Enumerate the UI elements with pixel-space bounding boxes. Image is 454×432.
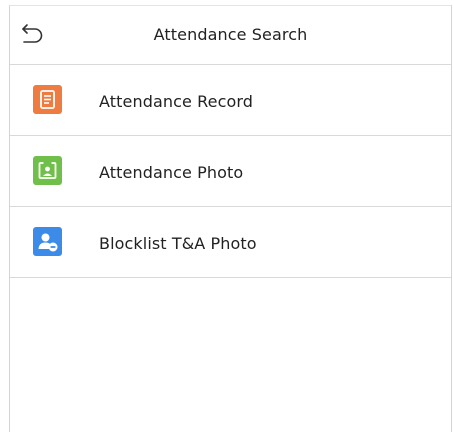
menu-item-label: Attendance Record (99, 92, 254, 111)
document-icon (33, 85, 62, 114)
header-bar: Attendance Search (10, 6, 451, 65)
menu-item-attendance-record[interactable]: Attendance Record (10, 65, 451, 136)
menu-item-blocklist-photo[interactable]: Blocklist T&A Photo (10, 207, 451, 278)
user-block-icon (33, 227, 62, 256)
page-title: Attendance Search (153, 25, 308, 44)
attendance-search-screen: Attendance Search Attendance Record Atte… (9, 5, 452, 432)
menu-item-label: Attendance Photo (99, 163, 244, 182)
menu-item-attendance-photo[interactable]: Attendance Photo (10, 136, 451, 207)
menu-item-label: Blocklist T&A Photo (99, 234, 257, 253)
photo-frame-icon (33, 156, 62, 185)
